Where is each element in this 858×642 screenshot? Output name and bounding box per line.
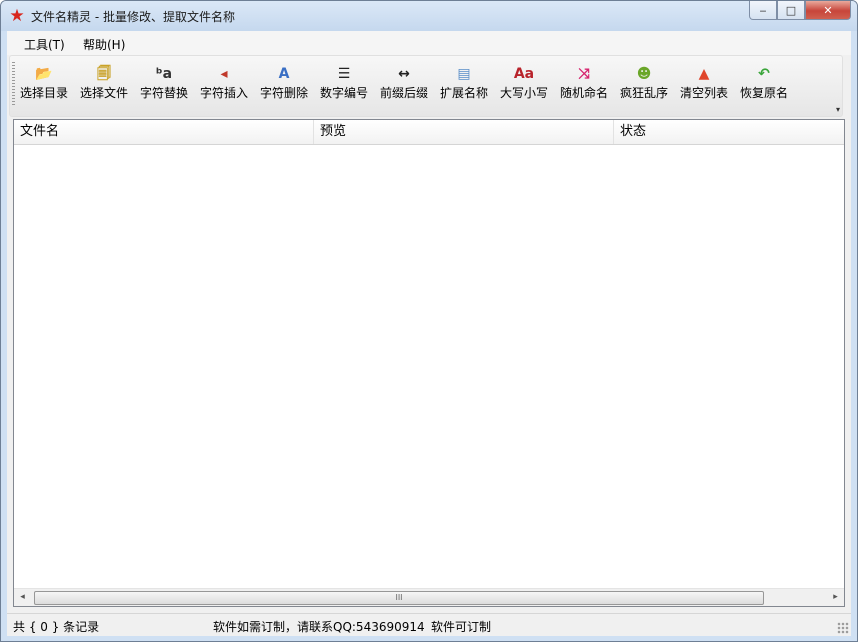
resize-grip[interactable]: [837, 622, 849, 634]
files-icon: 🗐: [97, 66, 111, 82]
toolbar-button-8[interactable]: ▤ 扩展名称: [436, 64, 492, 104]
toolbar-button-4[interactable]: ◂ 字符插入: [196, 64, 252, 104]
toolbar-button-1[interactable]: 📂 选择目录: [16, 64, 72, 104]
title-bar[interactable]: ★ 文件名精灵 - 批量修改、提取文件名称 ‒ □ ✕: [1, 1, 857, 31]
toolbar-button-7[interactable]: ↔ 前缀后缀: [376, 64, 432, 104]
scroll-left-icon[interactable]: ◂: [14, 589, 31, 606]
toolbar-button-label: 前缀后缀: [379, 86, 428, 100]
app-window: ★ 文件名精灵 - 批量修改、提取文件名称 ‒ □ ✕ 工具(T) 帮助(H) …: [0, 0, 858, 642]
toolbar-button-label: 清空列表: [679, 86, 728, 100]
maximize-button[interactable]: □: [777, 1, 805, 20]
menu-tools[interactable]: 工具(T): [24, 36, 65, 53]
toolbar-button-label: 选择目录: [19, 86, 68, 100]
scroll-thumb[interactable]: III: [34, 591, 764, 605]
file-list[interactable]: 文件名 预览 状态 ◂ III ▸: [13, 119, 845, 607]
toolbar-button-5[interactable]: A 字符删除: [256, 64, 312, 104]
delete-char-icon: A: [278, 66, 290, 82]
record-count: 共 { 0 } 条记录: [13, 620, 100, 634]
toolbar-button-3[interactable]: ᵇa 字符替换: [136, 64, 192, 104]
star-icon: ★: [9, 6, 25, 26]
replace-icon: ᵇa: [155, 66, 173, 82]
toolbar-button-label: 大写小写: [499, 86, 548, 100]
close-button[interactable]: ✕: [805, 1, 851, 20]
menu-bar: 工具(T) 帮助(H): [7, 31, 851, 55]
undo-icon: ↶: [758, 66, 770, 82]
toolbar-button-label: 扩展名称: [439, 86, 488, 100]
eraser-icon: ▲: [698, 66, 710, 82]
column-header-status[interactable]: 状态: [614, 120, 844, 144]
list-header: 文件名 预览 状态: [14, 120, 844, 145]
toolbar-button-10[interactable]: ⤨ 随机命名: [556, 64, 612, 104]
toolbar-button-9[interactable]: Aa 大写小写: [496, 64, 552, 104]
scroll-right-icon[interactable]: ▸: [827, 589, 844, 606]
minimize-button[interactable]: ‒: [749, 1, 777, 20]
toolbar-button-label: 疯狂乱序: [619, 86, 668, 100]
status-bar: 共 { 0 } 条记录 软件如需订制，请联系QQ:543690914 软件可订制: [7, 613, 851, 636]
case-icon: Aa: [513, 66, 535, 82]
extension-icon: ▤: [457, 66, 471, 82]
toolbar-button-label: 数字编号: [319, 86, 368, 100]
toolbar-button-11[interactable]: ☻ 疯狂乱序: [616, 64, 672, 104]
toolbar-button-12[interactable]: ▲ 清空列表: [676, 64, 732, 104]
toolbar-button-label: 字符替换: [139, 86, 188, 100]
toolbar-button-label: 字符删除: [259, 86, 308, 100]
toolbar: 📂 选择目录 🗐 选择文件 ᵇa 字符替换 ◂ 字符插入 A 字符删除 ☰ 数字编号 ↔ 前缀后缀 ▤ 扩展名…: [9, 55, 843, 117]
contact-info: 软件如需订制，请联系QQ:543690914: [213, 620, 425, 634]
horizontal-scrollbar[interactable]: ◂ III ▸: [14, 588, 844, 606]
numbered-list-icon: ☰: [337, 66, 351, 82]
column-header-preview[interactable]: 预览: [314, 120, 614, 144]
custom-note: 软件可订制: [431, 620, 492, 634]
window-controls: ‒ □ ✕: [749, 1, 851, 21]
toolbar-overflow-icon[interactable]: ▾: [836, 105, 840, 114]
toolbar-button-13[interactable]: ↶ 恢复原名: [736, 64, 792, 104]
toolbar-grip[interactable]: [12, 62, 15, 106]
toolbar-button-2[interactable]: 🗐 选择文件: [76, 64, 132, 104]
shuffle-icon: ⤨: [578, 66, 590, 82]
column-header-filename[interactable]: 文件名: [14, 120, 314, 144]
toolbar-button-6[interactable]: ☰ 数字编号: [316, 64, 372, 104]
open-folder-icon: 📂: [35, 66, 53, 82]
crazy-face-icon: ☻: [636, 66, 652, 82]
toolbar-button-label: 恢复原名: [739, 86, 788, 100]
insert-icon: ◂: [220, 66, 228, 82]
window-title: 文件名精灵 - 批量修改、提取文件名称: [31, 10, 235, 24]
toolbar-button-label: 字符插入: [199, 86, 248, 100]
toolbar-button-label: 选择文件: [79, 86, 128, 100]
menu-help[interactable]: 帮助(H): [83, 36, 125, 53]
client-area: 工具(T) 帮助(H) 📂 选择目录 🗐 选择文件 ᵇa 字符替换 ◂ 字符插入 A 字符删除 ☰ 数…: [7, 31, 851, 636]
toolbar-button-label: 随机命名: [559, 86, 608, 100]
prefix-suffix-icon: ↔: [398, 66, 410, 82]
